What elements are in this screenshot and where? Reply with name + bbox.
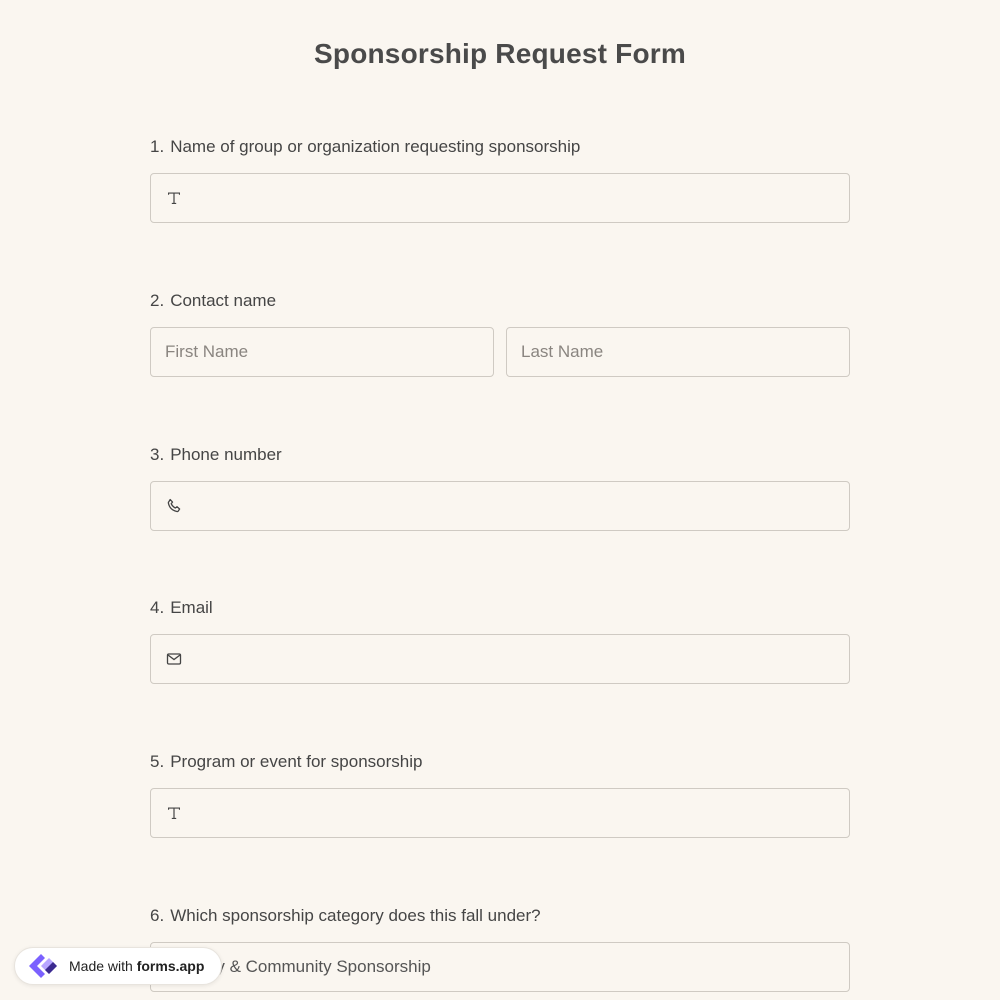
phone-field[interactable] [150, 481, 850, 531]
question-label: 1. Name of group or organization requesti… [150, 136, 850, 158]
program-field[interactable] [150, 788, 850, 838]
question-text: Contact name [170, 291, 277, 310]
question-number: 3. [150, 445, 165, 464]
question-label: 4. Email [150, 597, 850, 619]
text-icon [165, 804, 183, 822]
org-name-input[interactable] [183, 173, 849, 223]
email-field[interactable] [150, 634, 850, 684]
question-label: 3. Phone number [150, 444, 850, 466]
question-category: 6. Which sponsorship category does this f… [150, 905, 850, 992]
first-name-field[interactable] [150, 327, 494, 377]
question-email: 4. Email [150, 597, 850, 684]
question-label: 5. Program or event for sponsorship [150, 751, 850, 773]
phone-input[interactable] [183, 481, 849, 531]
question-text: Email [170, 598, 213, 617]
forms-app-logo-icon [23, 949, 63, 983]
made-with-badge[interactable]: Made with forms.app [14, 947, 222, 985]
text-icon [165, 189, 183, 207]
question-program: 5. Program or event for sponsorship [150, 751, 850, 838]
phone-icon [165, 497, 183, 515]
email-input[interactable] [183, 634, 849, 684]
question-text: Name of group or organization requesting… [170, 137, 581, 156]
question-number: 4. [150, 598, 165, 617]
question-phone: 3. Phone number [150, 444, 850, 531]
first-name-input[interactable] [157, 327, 493, 377]
category-select[interactable]: Charity & Community Sponsorship [150, 942, 850, 992]
question-text: Which sponsorship category does this fal… [170, 906, 541, 925]
form-page: Sponsorship Request Form 1. Name of group… [0, 0, 1000, 1000]
badge-text: Made with forms.app [69, 958, 204, 974]
form-title: Sponsorship Request Form [314, 38, 686, 69]
mail-icon [165, 650, 183, 668]
question-label: 2. Contact name [150, 290, 850, 312]
question-number: 2. [150, 291, 165, 310]
badge-prefix: Made with [69, 958, 133, 974]
question-contact-name: 2. Contact name [150, 290, 850, 377]
last-name-input[interactable] [513, 327, 849, 377]
badge-brand: forms.app [136, 958, 205, 974]
last-name-field[interactable] [506, 327, 850, 377]
question-number: 1. [150, 137, 165, 156]
org-name-field[interactable] [150, 173, 850, 223]
question-text: Program or event for sponsorship [170, 752, 423, 771]
question-label: 6. Which sponsorship category does this f… [150, 905, 850, 927]
question-org-name: 1. Name of group or organization requesti… [150, 136, 850, 223]
question-number: 5. [150, 752, 165, 771]
contact-name-fields [150, 327, 850, 377]
question-number: 6. [150, 906, 165, 925]
program-input[interactable] [183, 788, 849, 838]
question-text: Phone number [170, 445, 282, 464]
